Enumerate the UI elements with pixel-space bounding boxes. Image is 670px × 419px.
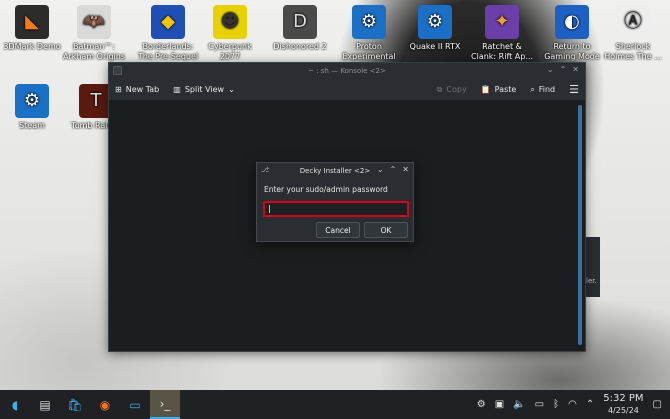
background-window-snippet: ler. xyxy=(586,237,600,297)
maximize-icon[interactable]: ⌃ xyxy=(560,65,567,74)
password-prompt-label: Enter your sudo/admin password xyxy=(264,185,388,194)
taskbar: ◖ ▤ 🛍 ◉ ▭ ›_ ⚙ ▣ 🔈 ▭ ᛒ ◠ ⌃ 5:32 PM 4/25/… xyxy=(0,390,670,419)
desktop-icon[interactable]: ◆ Borderlands: The Pre-Sequel xyxy=(136,5,200,62)
hamburger-menu-icon[interactable]: ☰ xyxy=(569,83,579,96)
desktop-icon-label: Proton Experimental xyxy=(342,42,396,61)
discover-store-icon[interactable]: 🛍 xyxy=(60,390,90,419)
dialog-titlebar[interactable]: ⎇ Decky Installer <2> ⌄ ⌃ ✕ xyxy=(257,163,413,178)
paste-icon: 📋 xyxy=(480,85,491,94)
desktop-icon[interactable]: ◣ 3DMark Demo xyxy=(0,5,64,62)
desktop-icon[interactable]: ☻ Cyberpunk 2077 xyxy=(198,5,262,62)
show-desktop-icon[interactable]: ▢ xyxy=(653,399,662,410)
desktop-icon-label: Borderlands: The Pre-Sequel xyxy=(137,42,199,61)
desktop-icon[interactable]: ✦ Ratchet & Clank: Rift Ap... xyxy=(470,5,534,62)
cancel-button[interactable]: Cancel xyxy=(316,222,360,238)
chevron-up-icon[interactable]: ⌃ xyxy=(586,399,594,410)
wifi-icon[interactable]: ◠ xyxy=(568,399,577,410)
find-button[interactable]: ⌕ Find xyxy=(530,85,555,95)
password-input[interactable]: | xyxy=(263,201,409,217)
new-tab-icon: ⊞ xyxy=(115,85,122,94)
system-settings-icon[interactable]: ▤ xyxy=(30,390,60,419)
desktop-icon-label: 3DMark Demo xyxy=(3,42,61,51)
desktop-icon-label: Sherlock Holmes The ... xyxy=(604,42,662,61)
app-launcher-icon[interactable]: ◖ xyxy=(0,390,30,419)
volume-icon[interactable]: 🔈 xyxy=(513,399,525,410)
terminal-scrollbar[interactable] xyxy=(578,105,582,345)
desktop-icon-label: Cyberpunk 2077 xyxy=(208,42,252,61)
file-manager-icon[interactable]: ▭ xyxy=(120,390,150,419)
desktop-icon-label: Quake II RTX xyxy=(409,42,461,51)
desktop-icon[interactable]: ◐ Return to Gaming Mode xyxy=(540,5,604,62)
copy-icon: ⧉ xyxy=(436,84,443,94)
clipboard-icon[interactable]: ▣ xyxy=(495,399,504,410)
desktop-icon[interactable]: ⚙ Proton Experimental xyxy=(337,5,401,62)
split-view-label: Split View xyxy=(184,85,225,94)
chevron-down-icon: ⌄ xyxy=(228,85,235,94)
desktop-icon-image: D xyxy=(283,5,317,39)
dialog-app-icon: ⎇ xyxy=(261,166,270,174)
desktop-icon[interactable]: Ⓐ Sherlock Holmes The ... xyxy=(601,5,665,62)
konsole-titlebar[interactable]: ~ : sh — Konsole <2> ⌄ ⌃ ✕ xyxy=(109,63,585,79)
minimize-icon[interactable]: ⌄ xyxy=(377,165,384,174)
clock[interactable]: 5:32 PM 4/25/24 xyxy=(603,393,643,417)
copy-label: Copy xyxy=(446,85,467,94)
find-label: Find xyxy=(538,85,556,94)
desktop-icon[interactable]: ⚙ Steam xyxy=(0,84,64,141)
firefox-icon[interactable]: ◉ xyxy=(90,390,120,419)
konsole-toolbar: ⊞ New Tab ▥ Split View ⌄ ⧉ Copy 📋 Paste … xyxy=(109,79,585,101)
desktop-icon-image: ☻ xyxy=(213,5,247,39)
desktop-icon-image: ✦ xyxy=(485,5,519,39)
desktop-icon[interactable]: D Dishonored 2 xyxy=(268,5,332,62)
copy-button[interactable]: ⧉ Copy xyxy=(437,85,467,95)
bluetooth-icon[interactable]: ᛒ xyxy=(553,399,559,410)
desktop-icon-image: ⚙ xyxy=(15,84,49,118)
maximize-icon[interactable]: ⌃ xyxy=(390,165,397,174)
split-view-icon: ▥ xyxy=(173,85,181,94)
close-icon[interactable]: ✕ xyxy=(572,65,579,74)
desktop-icon-label: Batman™: Arkham Origins xyxy=(62,42,126,61)
konsole-app-icon xyxy=(113,66,122,75)
desktop-icon-image: ◐ xyxy=(555,5,589,39)
konsole-title: ~ : sh — Konsole <2> xyxy=(308,67,386,75)
paste-label: Paste xyxy=(494,85,517,94)
desktop-icon-label: Return to Gaming Mode xyxy=(544,42,600,61)
new-tab-label: New Tab xyxy=(125,85,160,94)
desktop-icon-image: ⚙ xyxy=(352,5,386,39)
new-tab-button[interactable]: ⊞ New Tab xyxy=(115,85,159,94)
battery-icon[interactable]: ▭ xyxy=(535,399,544,410)
split-view-button[interactable]: ▥ Split View ⌄ xyxy=(173,85,235,94)
search-icon: ⌕ xyxy=(530,84,535,94)
desktop-icon-label: Steam xyxy=(19,121,45,130)
desktop-icon-label: Dishonored 2 xyxy=(273,42,327,51)
clock-date: 4/25/24 xyxy=(607,405,639,415)
desktop-icon-image: 🦇 xyxy=(77,5,111,39)
desktop-icon-label: Ratchet & Clank: Rift Ap... xyxy=(471,42,533,61)
close-icon[interactable]: ✕ xyxy=(402,165,409,174)
clock-time: 5:32 PM xyxy=(603,392,644,404)
desktop-icon-image: Ⓐ xyxy=(616,5,650,39)
konsole-task-icon[interactable]: ›_ xyxy=(150,390,180,419)
desktop-icon-image: ⚙ xyxy=(418,5,452,39)
system-tray: ⚙ ▣ 🔈 ▭ ᛒ ◠ ⌃ 5:32 PM 4/25/24 ▢ xyxy=(477,393,670,417)
desktop-icon[interactable]: ⚙ Quake II RTX xyxy=(403,5,467,62)
password-dialog: ⎇ Decky Installer <2> ⌄ ⌃ ✕ Enter your s… xyxy=(256,162,414,242)
paste-button[interactable]: 📋 Paste xyxy=(481,85,517,94)
desktop-icon-image: ◆ xyxy=(151,5,185,39)
dialog-title: Decky Installer <2> xyxy=(299,166,371,175)
ok-button[interactable]: OK xyxy=(364,222,408,238)
desktop-icon[interactable]: 🦇 Batman™: Arkham Origins xyxy=(62,5,126,62)
background-window-text: ler. xyxy=(586,277,597,285)
desktop-icon-image: ◣ xyxy=(15,5,49,39)
steam-tray-icon[interactable]: ⚙ xyxy=(477,399,486,410)
minimize-icon[interactable]: ⌄ xyxy=(547,65,554,74)
